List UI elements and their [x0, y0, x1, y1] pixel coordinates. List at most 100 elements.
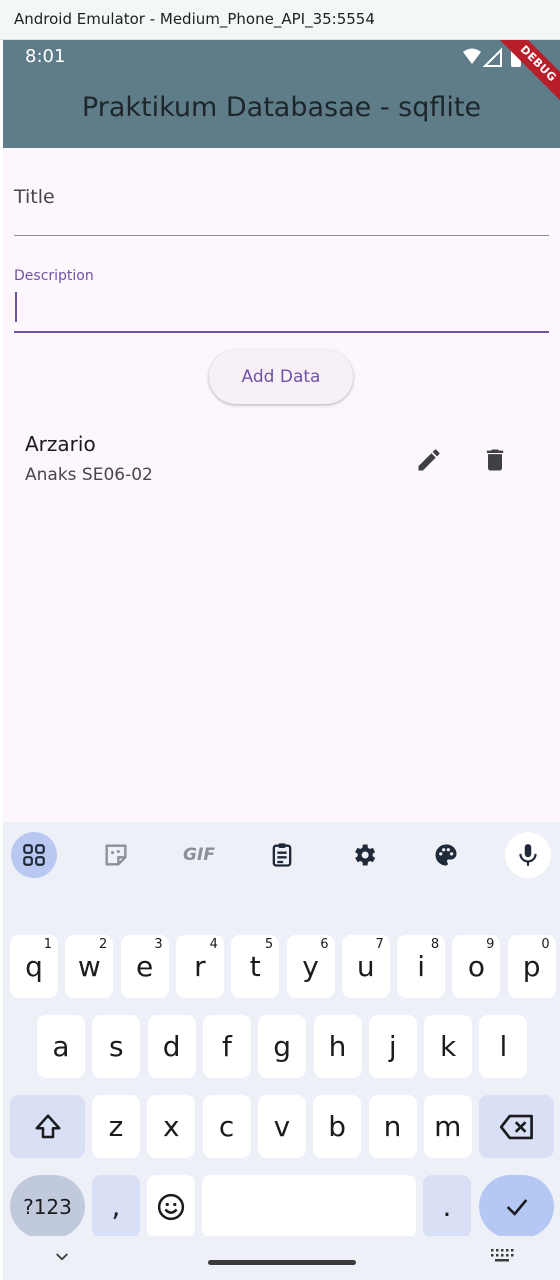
- page-title: Praktikum Databasae - sqflite: [81, 92, 482, 123]
- period-key[interactable]: .: [423, 1175, 471, 1238]
- emoji-key[interactable]: [147, 1175, 195, 1238]
- item-title: Arzario: [25, 432, 96, 456]
- key-label: b: [328, 1110, 347, 1143]
- chevron-down-icon[interactable]: [53, 1248, 71, 1266]
- comma-key[interactable]: ,: [92, 1175, 140, 1238]
- shift-icon: [35, 1114, 60, 1138]
- key-v[interactable]: v: [257, 1095, 306, 1158]
- checkmark-icon: [506, 1198, 527, 1216]
- key-l[interactable]: l: [479, 1015, 528, 1078]
- home-gesture-bar[interactable]: [208, 1260, 356, 1265]
- grid-icon: [23, 844, 45, 866]
- key-b[interactable]: b: [313, 1095, 362, 1158]
- gear-icon: [355, 844, 376, 866]
- key-hint: 9: [486, 937, 495, 952]
- key-g[interactable]: g: [258, 1015, 307, 1078]
- space-key[interactable]: [202, 1175, 416, 1238]
- key-r[interactable]: r4: [175, 935, 224, 998]
- gif-button[interactable]: GIF: [176, 832, 222, 878]
- key-m[interactable]: m: [423, 1095, 472, 1158]
- key-label: q: [25, 950, 43, 983]
- key-q[interactable]: q1: [10, 935, 58, 998]
- app-bar: 8:01 DEBUG Praktikum Databasae - sqflite: [3, 40, 560, 148]
- description-field[interactable]: Description: [14, 260, 549, 333]
- settings-button[interactable]: [341, 832, 387, 878]
- key-label: k: [439, 1030, 457, 1063]
- pencil-icon: [418, 449, 440, 471]
- keyboard-toolbar: GIF: [3, 822, 560, 888]
- key-label: n: [383, 1110, 402, 1143]
- clipboard-button[interactable]: [259, 832, 305, 878]
- key-label: r: [194, 950, 206, 983]
- key-u[interactable]: u7: [341, 935, 390, 998]
- apps-grid-button[interactable]: [11, 832, 57, 878]
- voice-input-button[interactable]: [505, 832, 551, 878]
- backspace-key[interactable]: [479, 1095, 554, 1158]
- key-d[interactable]: d: [147, 1015, 196, 1078]
- key-label: e: [135, 950, 154, 983]
- key-label: h: [328, 1030, 347, 1063]
- shift-key[interactable]: [10, 1095, 85, 1158]
- key-a[interactable]: a: [37, 1015, 85, 1078]
- status-time: 8:01: [25, 46, 66, 67]
- symbols-key[interactable]: ?123: [10, 1175, 85, 1238]
- key-label: u: [356, 950, 375, 983]
- phone-screen: 8:01 DEBUG Praktikum Databasae - sqflite…: [3, 40, 560, 1280]
- clipboard-icon: [272, 843, 292, 867]
- key-hint: 8: [430, 937, 440, 952]
- key-c[interactable]: c: [202, 1095, 251, 1158]
- key-y[interactable]: y6: [286, 935, 335, 998]
- key-z[interactable]: z: [92, 1095, 140, 1158]
- key-label: w: [77, 950, 101, 983]
- emulator-title: Android Emulator - Medium_Phone_API_35:5…: [14, 10, 375, 28]
- key-hint: 0: [541, 937, 550, 952]
- key-s[interactable]: s: [92, 1015, 141, 1078]
- gif-label: GIF: [183, 845, 215, 865]
- key-t[interactable]: t5: [231, 935, 280, 998]
- key-w[interactable]: w2: [65, 935, 114, 998]
- done-key[interactable]: [479, 1175, 554, 1238]
- backspace-icon: [499, 1114, 533, 1139]
- signal-icon: [482, 47, 502, 67]
- description-label: Description: [14, 268, 94, 284]
- list-item[interactable]: Arzario Anaks SE06-02: [3, 420, 560, 500]
- key-label: j: [388, 1030, 397, 1063]
- title-field[interactable]: Title: [14, 160, 549, 236]
- key-label: l: [499, 1030, 508, 1063]
- navigation-bar: [3, 1236, 560, 1280]
- key-h[interactable]: h: [313, 1015, 362, 1078]
- sticker-button[interactable]: [93, 832, 139, 878]
- add-data-button[interactable]: Add Data: [209, 350, 353, 404]
- key-p[interactable]: p0: [507, 935, 556, 998]
- key-label: g: [273, 1030, 292, 1063]
- key-label: c: [218, 1110, 235, 1143]
- key-j[interactable]: j: [368, 1015, 417, 1078]
- key-label: s: [109, 1030, 124, 1063]
- key-n[interactable]: n: [368, 1095, 417, 1158]
- sticker-icon: [105, 844, 127, 866]
- edit-button[interactable]: [407, 438, 451, 482]
- key-label: y: [302, 950, 319, 983]
- key-f[interactable]: f: [202, 1015, 251, 1078]
- key-label: p: [522, 950, 541, 983]
- key-o[interactable]: o9: [452, 935, 501, 998]
- key-hint: 2: [99, 937, 108, 952]
- item-subtitle: Anaks SE06-02: [25, 465, 153, 485]
- emoji-icon: [157, 1193, 185, 1220]
- key-label: t: [249, 950, 261, 983]
- key-x[interactable]: x: [147, 1095, 196, 1158]
- key-i[interactable]: i8: [397, 935, 446, 998]
- palette-icon: [435, 844, 457, 866]
- key-label: d: [162, 1030, 181, 1063]
- key-e[interactable]: e3: [120, 935, 169, 998]
- soft-keyboard: GIF ?123 , . q 1 w 2 e 3 r 4 t 5 y 6 u 7…: [3, 822, 560, 1280]
- keyboard-switch-icon[interactable]: [490, 1246, 514, 1264]
- trash-icon: [486, 449, 504, 471]
- wifi-icon: [463, 48, 481, 64]
- theme-button[interactable]: [423, 832, 469, 878]
- title-hint: Title: [14, 186, 55, 208]
- key-hint: 6: [320, 937, 329, 952]
- key-k[interactable]: k: [424, 1015, 473, 1078]
- delete-button[interactable]: [473, 438, 517, 482]
- key-label: m: [434, 1110, 462, 1143]
